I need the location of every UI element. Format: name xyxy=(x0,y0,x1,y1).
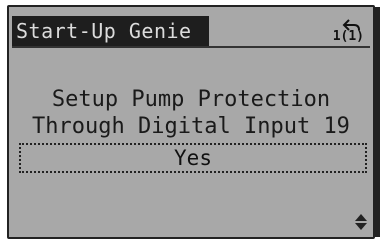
up-down-arrow-icon xyxy=(355,214,367,230)
menu-index: 1(1) xyxy=(332,29,364,44)
prompt-line-2: Through Digital Input 19 xyxy=(32,114,350,139)
display-bezel: Start-Up Genie 1(1) Setup Pump Protectio… xyxy=(0,0,382,246)
title-divider xyxy=(12,46,370,48)
lcd-screen: Start-Up Genie 1(1) Setup Pump Protectio… xyxy=(7,5,380,239)
value-selector[interactable]: Yes xyxy=(19,143,367,173)
screen-title: Start-Up Genie xyxy=(12,16,209,46)
prompt-line-1: Setup Pump Protection xyxy=(51,87,331,112)
